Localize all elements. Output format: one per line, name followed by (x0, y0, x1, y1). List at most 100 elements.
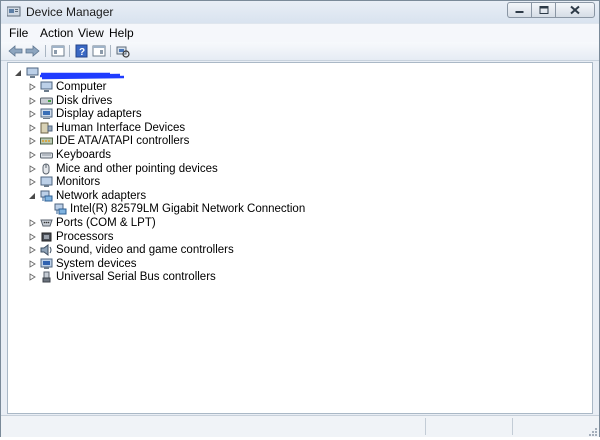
menu-action[interactable]: Action (40, 26, 73, 40)
processor-icon (41, 232, 52, 242)
help-icon: ? (75, 44, 88, 58)
tree-device-item[interactable]: Intel(R) 82579LM Gigabit Network Connect… (43, 203, 443, 216)
toolbar: ? (1, 42, 599, 61)
tree-category[interactable]: Universal Serial Bus controllers (29, 271, 329, 284)
toolbar-separator (110, 45, 111, 57)
properties-pane-button[interactable] (51, 44, 66, 58)
sound-icon (40, 244, 52, 257)
maximize-button[interactable] (531, 2, 555, 18)
system-devices-icon (40, 258, 53, 269)
tree-category[interactable]: Disk drives (29, 95, 329, 108)
status-bar (1, 415, 599, 437)
hid-icon (40, 122, 53, 134)
forward-icon (25, 45, 40, 57)
close-icon (570, 5, 580, 15)
scan-hardware-button[interactable] (115, 44, 130, 58)
tree-device-label: Intel(R) 82579LM Gigabit Network Connect… (70, 203, 306, 216)
device-tree[interactable]: Computer Disk drives Display adapters Human… (7, 62, 593, 414)
properties-pane-icon (51, 45, 65, 57)
minimize-button[interactable] (507, 2, 531, 18)
tree-category-label: Computer (56, 81, 107, 93)
mouse-icon (42, 163, 50, 175)
tree-category[interactable]: Computer (29, 81, 329, 94)
tree-category-label: System devices (56, 257, 137, 270)
help-button[interactable]: ? (75, 44, 90, 58)
collapsed-arrow-icon[interactable] (29, 151, 36, 159)
collapsed-arrow-icon[interactable] (29, 219, 36, 227)
tree-category-label: Universal Serial Bus controllers (56, 271, 216, 284)
disk-drive-icon (40, 97, 53, 105)
window-title: Device Manager (26, 5, 114, 19)
collapsed-arrow-icon[interactable] (29, 96, 36, 105)
menu-view[interactable]: View (78, 26, 104, 40)
tree-category-label: Processors (56, 230, 114, 243)
tree-category-label: Human Interface Devices (56, 121, 186, 134)
network-adapter-icon (54, 203, 67, 215)
collapsed-arrow-icon[interactable] (29, 137, 36, 146)
tree-category-label: Sound, video and game controllers (56, 244, 234, 257)
computer-icon (26, 67, 39, 78)
collapsed-arrow-icon[interactable] (29, 124, 36, 132)
collapsed-arrow-icon[interactable] (29, 110, 36, 118)
tree-category[interactable]: Sound, video and game controllers (29, 244, 329, 257)
svg-text:?: ? (79, 47, 85, 58)
collapsed-arrow-icon[interactable] (29, 273, 36, 282)
device-manager-window: Device Manager File Action View Help ? C… (0, 0, 600, 437)
maximize-icon (539, 6, 548, 14)
collapsed-arrow-icon[interactable] (29, 232, 36, 241)
status-separator (512, 418, 513, 435)
tree-category[interactable]: Network adapters (29, 190, 329, 203)
toolbar-separator (69, 45, 70, 57)
keyboard-icon (40, 152, 53, 159)
tree-category[interactable]: Processors (29, 231, 329, 244)
tree-category[interactable]: Mice and other pointing devices (29, 163, 329, 176)
menu-help[interactable]: Help (109, 26, 134, 40)
back-icon (8, 45, 23, 57)
collapsed-arrow-icon[interactable] (29, 164, 36, 173)
tree-category[interactable]: Ports (COM & LPT) (29, 217, 329, 230)
redaction-scribble (40, 72, 125, 80)
back-button[interactable] (8, 44, 23, 58)
tree-category-label: Network adapters (56, 189, 147, 202)
tree-category-label: Keyboards (56, 149, 111, 161)
port-icon (40, 219, 53, 227)
device-view-button[interactable] (92, 44, 107, 58)
tree-category[interactable]: Human Interface Devices (29, 122, 329, 135)
collapsed-arrow-icon[interactable] (29, 83, 36, 91)
forward-button[interactable] (25, 44, 40, 58)
tree-category[interactable]: Keyboards (29, 149, 329, 162)
collapsed-arrow-icon[interactable] (29, 246, 36, 254)
computer-icon (40, 81, 53, 92)
tree-category[interactable]: Monitors (29, 176, 329, 189)
tree-category[interactable]: System devices (29, 258, 329, 271)
tree-category-label: Display adapters (56, 108, 142, 121)
status-separator (425, 418, 426, 435)
resize-grip-icon[interactable] (588, 426, 598, 436)
close-button[interactable] (555, 2, 595, 18)
expanded-arrow-icon[interactable] (29, 192, 36, 200)
usb-icon (42, 271, 51, 283)
tree-category-label: Disk drives (56, 94, 113, 107)
display-adapter-icon (40, 108, 53, 120)
scan-hardware-icon (116, 46, 130, 58)
device-view-icon (92, 45, 106, 57)
network-adapter-icon (40, 190, 53, 202)
ide-controller-icon (40, 137, 53, 145)
monitor-icon (40, 176, 53, 188)
tree-category-label: Mice and other pointing devices (56, 162, 218, 175)
tree-root[interactable] (15, 67, 215, 80)
device-manager-app-icon (6, 5, 21, 18)
tree-category-label: IDE ATA/ATAPI controllers (56, 135, 190, 148)
expanded-arrow-icon[interactable] (15, 69, 22, 77)
menu-bar: File Action View Help (1, 23, 599, 43)
toolbar-separator (45, 45, 46, 57)
minimize-icon (515, 11, 523, 13)
title-bar[interactable]: Device Manager (1, 1, 599, 23)
collapsed-arrow-icon[interactable] (29, 178, 36, 186)
menu-file[interactable]: File (9, 26, 28, 40)
collapsed-arrow-icon[interactable] (29, 260, 36, 268)
tree-category[interactable]: Display adapters (29, 108, 329, 121)
tree-category-label: Monitors (56, 176, 101, 189)
tree-category-label: Ports (COM & LPT) (56, 217, 156, 229)
tree-category[interactable]: IDE ATA/ATAPI controllers (29, 135, 329, 148)
